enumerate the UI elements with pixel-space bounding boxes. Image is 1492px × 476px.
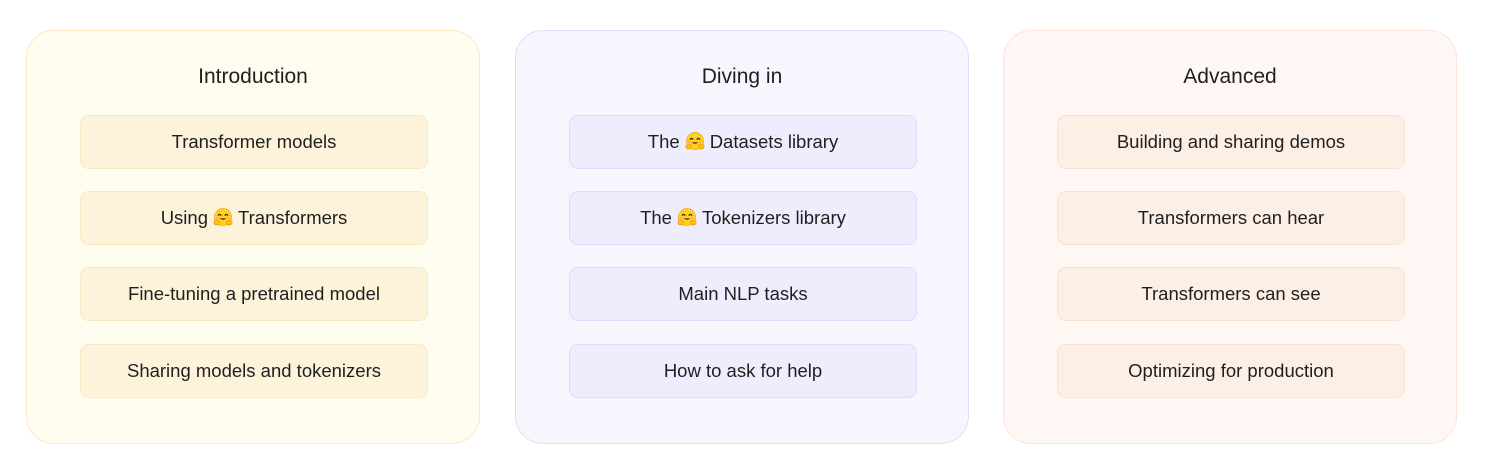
- item-main-nlp-tasks[interactable]: Main NLP tasks: [569, 267, 917, 321]
- item-label: Main NLP tasks: [678, 283, 808, 304]
- panel-title-advanced: Advanced: [1183, 65, 1277, 88]
- item-label-before: The: [647, 131, 680, 152]
- item-sharing-models[interactable]: Sharing models and tokenizers: [80, 344, 428, 398]
- item-label: Transformer models: [171, 131, 337, 152]
- item-transformers-see[interactable]: Transformers can see: [1057, 267, 1405, 321]
- item-datasets-library[interactable]: The Datasets library: [569, 115, 917, 169]
- item-label: Sharing models and tokenizers: [126, 360, 381, 381]
- item-label-before: The: [640, 207, 672, 228]
- item-label-after: Transformers: [238, 207, 348, 228]
- item-tokenizers-library[interactable]: The Tokenizers library: [569, 191, 917, 245]
- item-label: Optimizing for production: [1128, 360, 1334, 381]
- hugging-face-icon: [676, 207, 698, 229]
- item-ask-for-help[interactable]: How to ask for help: [569, 344, 917, 398]
- panel-diving-in: Diving in The Datasets library The Token…: [515, 30, 969, 444]
- panel-advanced: Advanced Building and sharing demos Tran…: [1003, 30, 1457, 444]
- panel-title-diving-in: Diving in: [701, 65, 783, 88]
- item-label: Transformers can hear: [1137, 207, 1325, 228]
- item-label-before: Using: [160, 207, 208, 228]
- item-label: Fine-tuning a pretrained model: [128, 283, 380, 304]
- panel-introduction: Introduction Transformer models Using Tr…: [26, 30, 480, 444]
- item-using-transformers[interactable]: Using Transformers: [80, 191, 428, 245]
- item-optimizing-production[interactable]: Optimizing for production: [1057, 344, 1405, 398]
- item-label: Transformers can see: [1141, 283, 1321, 304]
- item-building-demos[interactable]: Building and sharing demos: [1057, 115, 1405, 169]
- hugging-face-icon: [212, 207, 234, 229]
- item-label: Building and sharing demos: [1116, 131, 1346, 152]
- hugging-face-icon: [684, 131, 706, 153]
- item-transformers-hear[interactable]: Transformers can hear: [1057, 191, 1405, 245]
- item-label: How to ask for help: [663, 360, 823, 381]
- item-label-after: Tokenizers library: [701, 207, 846, 228]
- item-label-after: Datasets library: [709, 131, 839, 152]
- item-fine-tuning[interactable]: Fine-tuning a pretrained model: [80, 267, 428, 321]
- panel-title-introduction: Introduction: [198, 65, 308, 88]
- item-transformer-models[interactable]: Transformer models: [80, 115, 428, 169]
